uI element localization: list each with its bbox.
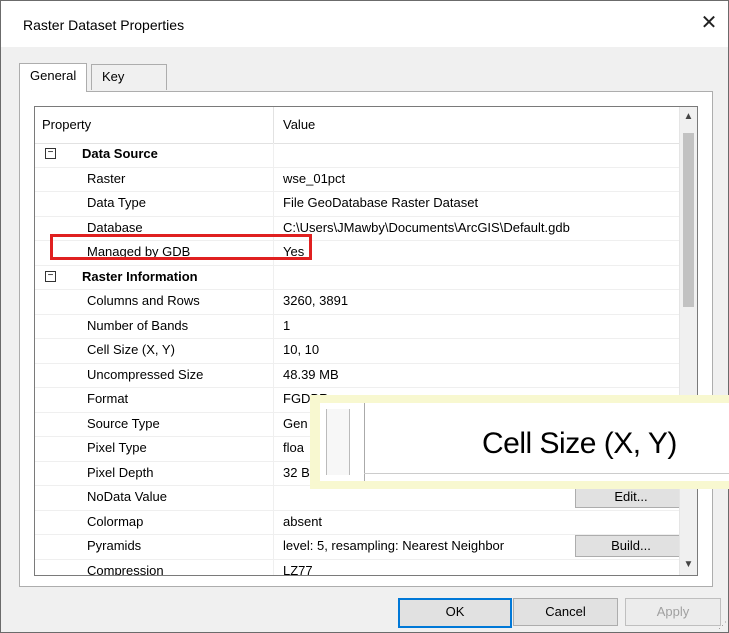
property-grid: Property Value − Data Source Raster wse_01p… — [34, 106, 698, 576]
tab-key-metadata[interactable]: Key Metadata — [91, 64, 168, 108]
resize-grip-icon[interactable]: ⋰ — [718, 620, 727, 631]
general-tab-panel: Property Value − Data Source Raster wse_01p… — [19, 91, 713, 587]
property-row[interactable]: Uncompressed Size 48.39 MB — [35, 363, 679, 388]
property-name: Format — [87, 391, 129, 406]
column-divider — [273, 535, 274, 559]
collapse-icon[interactable]: − — [45, 270, 56, 282]
column-divider — [273, 167, 274, 191]
property-name: Pixel Type — [87, 440, 147, 455]
magnifier-callout: Cell Size (X, Y) — [310, 395, 729, 489]
property-name: Uncompressed Size — [87, 366, 204, 382]
property-name: NoData Value — [87, 489, 167, 504]
scroll-up-icon[interactable]: ▲ — [680, 107, 697, 127]
close-icon[interactable]: ✕ — [696, 11, 722, 37]
column-divider — [273, 290, 274, 314]
property-name: Pyramids — [87, 538, 142, 553]
property-name: Cell Size (X, Y) — [87, 342, 175, 357]
cancel-button[interactable]: Cancel — [513, 598, 618, 626]
column-divider — [273, 192, 274, 216]
property-value: absent — [283, 513, 323, 529]
property-name: Pixel Depth — [87, 464, 154, 480]
column-divider — [273, 486, 274, 510]
raster-dataset-properties-dialog: Raster Dataset Properties ✕ General Key … — [0, 0, 729, 633]
scroll-down-icon[interactable]: ▼ — [680, 555, 697, 575]
property-row[interactable]: Pyramids level: 5, resampling: Nearest Ne… — [35, 535, 687, 560]
scrollbar-thumb[interactable] — [683, 133, 694, 307]
row-action-button[interactable]: Edit... — [575, 486, 687, 508]
vertical-scrollbar[interactable]: ▲ ▼ — [679, 107, 697, 575]
magnifier-cell — [326, 409, 350, 475]
property-name: Database — [87, 219, 143, 235]
property-value: 48.39 MB — [283, 366, 339, 382]
column-divider — [273, 437, 274, 461]
property-row[interactable]: Number of Bands 1 — [35, 314, 679, 339]
property-name: Source Type — [87, 415, 160, 431]
column-divider[interactable] — [273, 107, 274, 143]
column-divider — [273, 339, 274, 363]
column-divider — [273, 461, 274, 485]
property-value: Gen — [283, 415, 308, 431]
property-row[interactable]: Compression LZ77 — [35, 559, 679, 576]
property-name: Colormap — [87, 513, 144, 529]
property-name: Data Type — [87, 195, 147, 210]
property-name: Columns and Rows — [87, 293, 200, 308]
property-name: Number of Bands — [87, 317, 189, 333]
column-divider — [273, 363, 274, 387]
property-row[interactable]: Data Type File GeoDatabase Raster Dataset — [35, 192, 679, 217]
property-value: 10, 10 — [283, 342, 320, 357]
ok-button[interactable]: OK — [398, 598, 512, 628]
property-row[interactable]: NoData Value Edit... — [35, 486, 687, 511]
magnifier-row-line — [364, 473, 729, 474]
property-name: Compression — [87, 562, 164, 576]
apply-button[interactable]: Apply — [625, 598, 721, 626]
title-bar: Raster Dataset Properties ✕ — [1, 1, 728, 47]
magnifier-text: Cell Size (X, Y) — [482, 427, 677, 460]
group-label: Data Source — [82, 146, 158, 161]
property-row[interactable]: Cell Size (X, Y) 10, 10 — [35, 339, 679, 364]
property-value: 3260, 3891 — [283, 293, 349, 308]
cell-size-highlight-box — [50, 234, 312, 260]
group-label: Raster Information — [82, 268, 198, 284]
property-value: wse_01pct — [283, 170, 346, 186]
column-divider — [273, 510, 274, 534]
property-value: File GeoDatabase Raster Dataset — [283, 195, 479, 210]
column-divider — [273, 143, 274, 167]
property-row[interactable]: Colormap absent — [35, 510, 679, 535]
property-row[interactable]: Raster wse_01pct — [35, 167, 679, 192]
column-header-property[interactable]: Property — [42, 117, 91, 132]
column-divider — [273, 314, 274, 338]
tab-general[interactable]: General — [19, 63, 88, 92]
group-row[interactable]: − Raster Information — [35, 265, 679, 290]
dialog-title: Raster Dataset Properties — [23, 17, 185, 33]
property-row[interactable]: Columns and Rows 3260, 3891 — [35, 290, 679, 315]
property-value: floa — [283, 440, 304, 455]
column-divider — [273, 412, 274, 436]
column-divider — [273, 388, 274, 412]
grid-header: Property Value — [35, 107, 679, 144]
group-row[interactable]: − Data Source — [35, 143, 679, 168]
grid-rows: − Data Source Raster wse_01pct Data Type File… — [35, 143, 687, 576]
column-divider — [273, 559, 274, 575]
magnifier-divider — [364, 403, 365, 481]
property-value: C:\Users\JMawby\Documents\ArcGIS\Default… — [283, 219, 570, 235]
row-action-button[interactable]: Build... — [575, 535, 687, 557]
property-value: LZ77 — [283, 562, 313, 576]
column-divider — [273, 265, 274, 289]
property-value: 1 — [283, 317, 291, 333]
collapse-icon[interactable]: − — [45, 148, 56, 159]
column-header-value[interactable]: Value — [283, 117, 315, 132]
magnifier-content: Cell Size (X, Y) — [320, 403, 729, 481]
property-value: level: 5, resampling: Nearest Neighbor — [283, 538, 505, 553]
property-name: Raster — [87, 170, 126, 186]
property-value: 32 B — [283, 464, 310, 480]
